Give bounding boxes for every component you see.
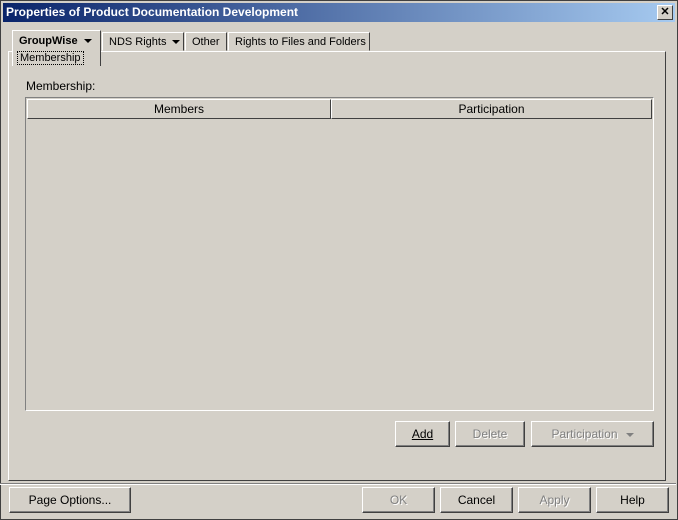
ok-button[interactable]: OK xyxy=(362,487,435,513)
tab-groupwise[interactable]: GroupWise Membership xyxy=(12,30,101,66)
delete-button[interactable]: Delete xyxy=(455,421,525,447)
tab-nds-rights[interactable]: NDS Rights xyxy=(102,32,184,51)
delete-button-label: Delete xyxy=(472,427,508,441)
help-button[interactable]: Help xyxy=(596,487,669,513)
add-button-label: Add xyxy=(411,427,434,441)
tab-groupwise-label: GroupWise xyxy=(19,35,78,47)
tab-nds-rights-label: NDS Rights xyxy=(109,36,167,48)
apply-label: Apply xyxy=(539,493,570,507)
help-label: Help xyxy=(620,493,645,507)
membership-table[interactable]: Members Participation xyxy=(25,97,654,411)
column-header-members[interactable]: Members xyxy=(27,99,331,119)
ok-label: OK xyxy=(389,493,408,507)
cancel-label: Cancel xyxy=(457,493,496,507)
column-header-participation[interactable]: Participation xyxy=(331,99,652,119)
tab-groupwise-membership[interactable]: Membership xyxy=(17,51,84,65)
participation-button[interactable]: Participation xyxy=(531,421,654,447)
add-button[interactable]: Add xyxy=(395,421,450,447)
close-button[interactable]: ✕ xyxy=(657,5,673,20)
tab-rights-to-files[interactable]: Rights to Files and Folders xyxy=(228,32,370,51)
cancel-button[interactable]: Cancel xyxy=(440,487,513,513)
chevron-down-icon[interactable] xyxy=(172,40,181,45)
participation-button-label: Participation xyxy=(551,427,618,441)
title-bar[interactable]: Properties of Product Documentation Deve… xyxy=(3,3,675,22)
tab-other-label: Other xyxy=(192,36,220,48)
footer-separator xyxy=(0,483,676,485)
chevron-down-icon[interactable] xyxy=(83,39,92,44)
chevron-down-icon xyxy=(625,432,634,437)
tab-other[interactable]: Other xyxy=(185,32,227,51)
page-options-label: Page Options... xyxy=(28,493,112,507)
close-icon: ✕ xyxy=(660,6,670,18)
apply-button[interactable]: Apply xyxy=(518,487,591,513)
page-options-button[interactable]: Page Options... xyxy=(9,487,131,513)
window-title: Properties of Product Documentation Deve… xyxy=(6,5,299,19)
tab-rights-label: Rights to Files and Folders xyxy=(235,36,366,48)
membership-label: Membership: xyxy=(26,79,96,93)
